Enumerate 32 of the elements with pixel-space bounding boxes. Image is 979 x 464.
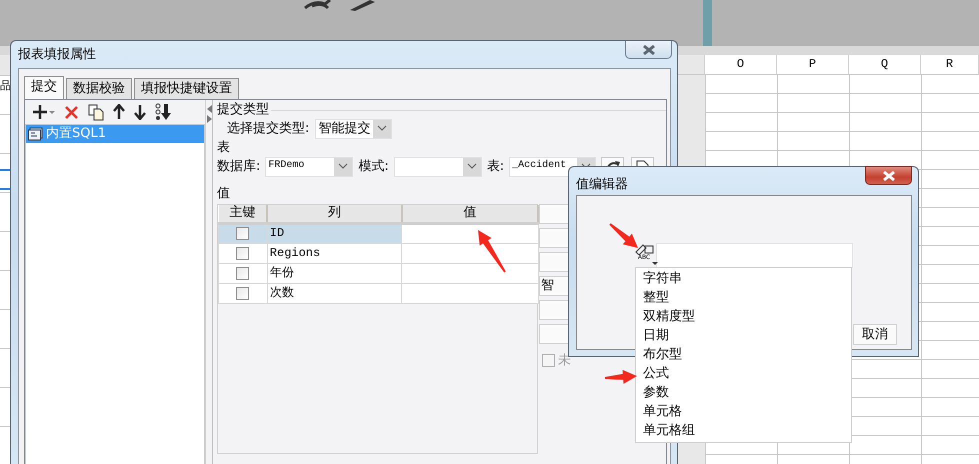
group-label: 表 [217,140,230,156]
column-header[interactable]: 主键 [218,205,268,223]
tab[interactable]: 数据校验 [66,78,132,99]
cancel-button[interactable]: 取消 [853,324,897,345]
table-cell: 年份 [267,263,402,283]
menu-item[interactable]: 布尔型 [636,345,851,364]
group-label: 值 [217,186,230,202]
menu-item[interactable]: 字符串 [636,269,851,288]
field-label: 模式: [358,159,389,175]
field-label: 表: [486,159,504,175]
menu-item[interactable]: 整型 [636,288,851,307]
window-title: 报表填报属性 [18,47,96,63]
tab[interactable]: 提交 [24,76,64,99]
database-dropdown[interactable]: FRDemo [265,157,354,177]
group-label: 提交类型 [217,102,269,118]
table-cell: 次数 [267,283,402,303]
submit-type-dropdown[interactable]: 智能提交 [315,119,392,139]
field-label: 选择提交类型: [227,121,310,137]
tab[interactable]: 填报快捷键设置 [134,78,239,99]
field-label: 数据库: [217,159,260,175]
table-cell: Regions [267,243,402,263]
column-header[interactable]: 值 [402,205,538,223]
menu-item[interactable]: 单元格 [636,402,851,421]
menu-item[interactable]: 参数 [636,383,851,402]
menu-item[interactable]: 单元格组 [636,421,851,440]
checkbox-label: 未 [558,353,571,369]
window-title: 值编辑器 [576,177,628,193]
menu-item[interactable]: 公式 [636,364,851,383]
menu-item[interactable]: 日期 [636,326,851,345]
cell-text: 品 [0,79,11,92]
menu-item[interactable]: 双精度型 [636,307,851,326]
column-header[interactable]: 列 [267,205,402,223]
